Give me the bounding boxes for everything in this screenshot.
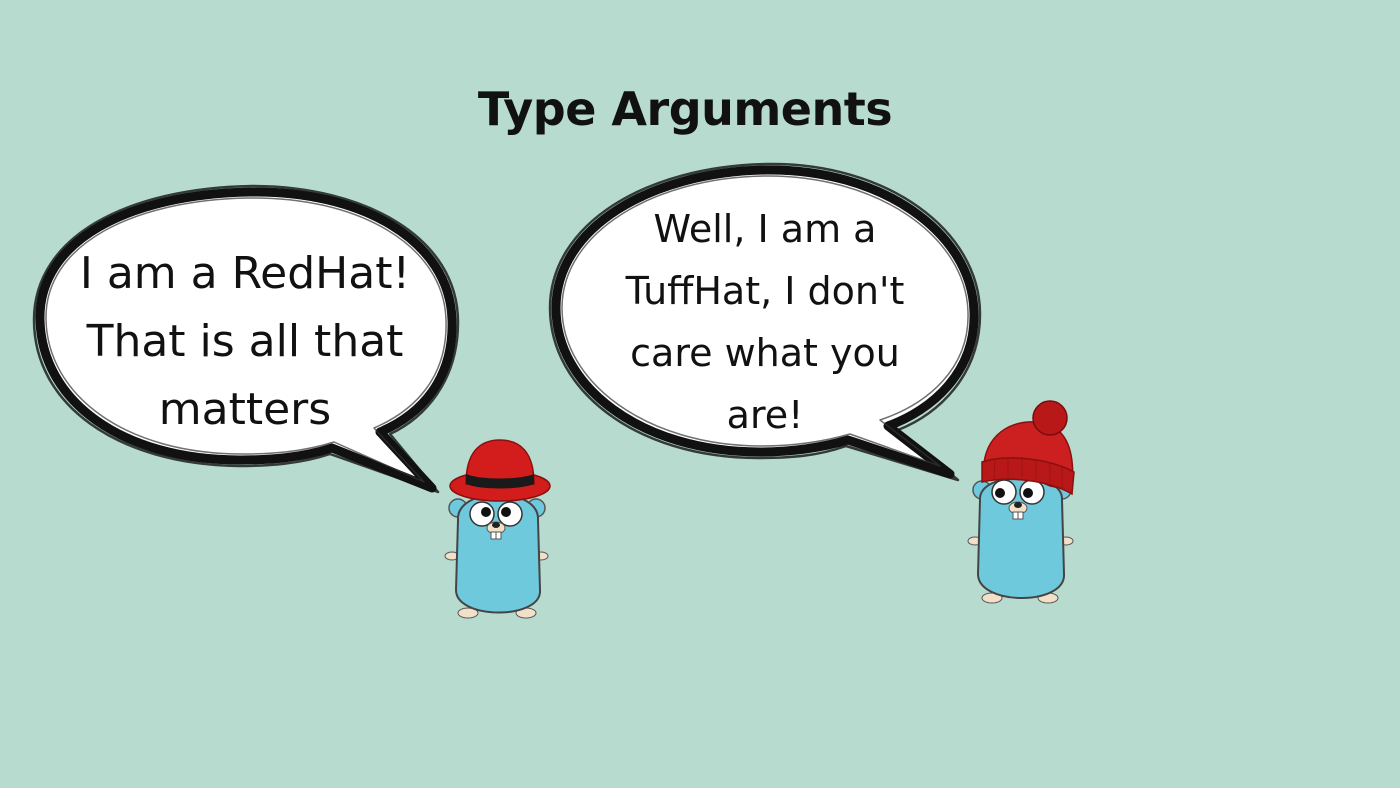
gopher-right-pupil	[501, 507, 511, 517]
right-bubble-text: Well, I am a TuffHat, I don't care what …	[580, 198, 950, 446]
right-bubble-line: TuffHat, I don't	[625, 269, 905, 313]
page-title: Type Arguments	[477, 82, 893, 136]
gopher-nose	[492, 522, 500, 528]
left-bubble-line: I am a RedHat!	[79, 248, 411, 299]
gopher2-right-pupil	[1023, 488, 1033, 498]
left-bubble-text: I am a RedHat! That is all that matters	[50, 240, 440, 444]
left-bubble-line: matters	[158, 384, 332, 435]
right-bubble-line: are!	[726, 393, 804, 437]
gopher-left-pupil	[481, 507, 491, 517]
right-bubble-line: care what you	[630, 331, 900, 375]
beanie-pompom	[1032, 400, 1068, 436]
left-bubble-line: That is all that	[86, 316, 404, 367]
right-bubble-line: Well, I am a	[653, 207, 877, 251]
scene: Type Arguments I am a RedHat! That is al…	[0, 0, 1400, 788]
gopher2-nose	[1014, 502, 1022, 508]
gopher2-left-pupil	[995, 488, 1005, 498]
